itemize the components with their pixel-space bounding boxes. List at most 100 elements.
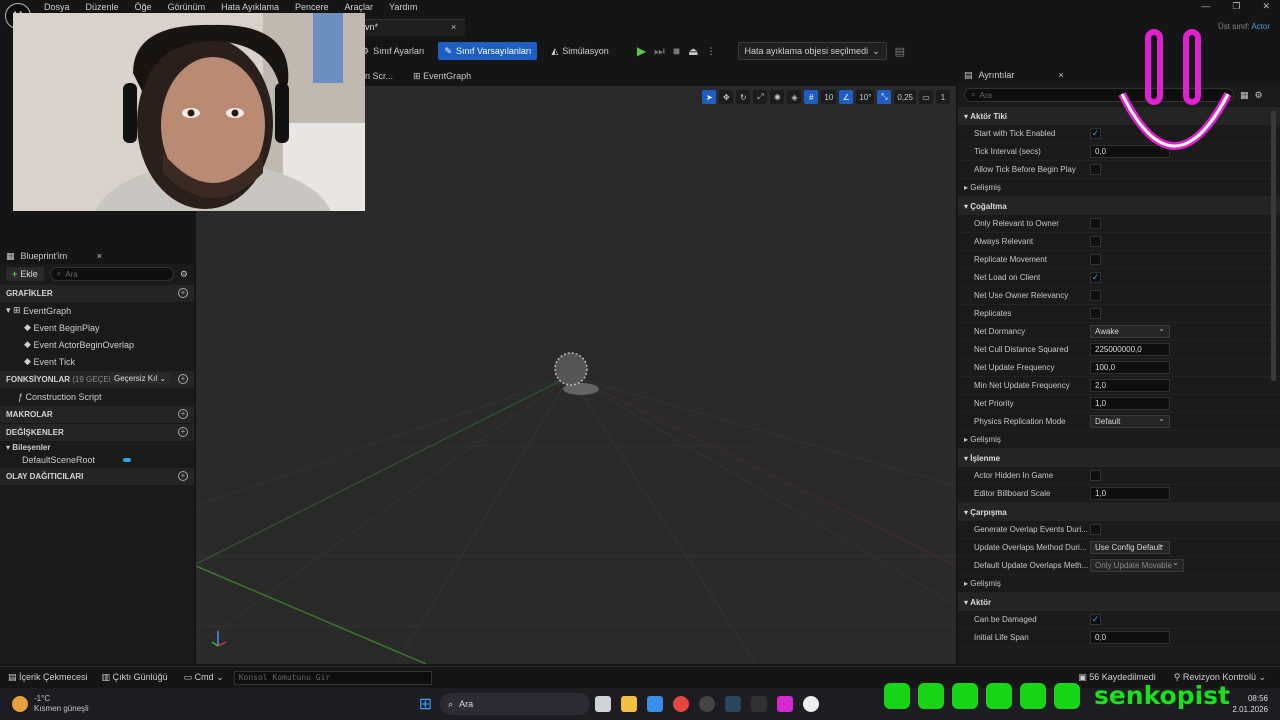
event-dispatchers-section[interactable]: OLAY DAĞITICILARI + xyxy=(0,468,194,485)
advanced-toggle[interactable]: ▸ Gelişmiş xyxy=(958,431,1280,449)
add-button[interactable]: + Ekle xyxy=(6,267,44,281)
settings-gear-icon[interactable]: ⚙ xyxy=(180,269,188,280)
step-icon[interactable]: ⏭ xyxy=(654,44,665,59)
menu-debug[interactable]: Hata Ayıklama xyxy=(213,2,287,12)
property-value-input[interactable]: 1,0 xyxy=(1090,487,1170,500)
menu-view[interactable]: Görünüm xyxy=(160,2,214,12)
more-options-icon[interactable]: ⋮ xyxy=(707,46,716,57)
scale-snap-value[interactable]: 0,25 xyxy=(894,90,916,104)
details-section-header[interactable]: ▾ Aktör xyxy=(958,593,1280,611)
menu-window[interactable]: Pencere xyxy=(287,2,337,12)
chrome-icon[interactable] xyxy=(673,696,690,712)
add-dispatcher-icon[interactable]: + xyxy=(178,471,188,481)
details-scrollbar[interactable] xyxy=(1271,111,1276,381)
add-graph-icon[interactable]: + xyxy=(178,288,188,298)
details-close-icon[interactable]: × xyxy=(1058,70,1063,80)
document-tab[interactable]: vn* × xyxy=(365,19,465,36)
event-tick-item[interactable]: ◆ Event Tick xyxy=(0,353,194,370)
property-checkbox[interactable] xyxy=(1090,524,1101,535)
angle-snap-icon[interactable]: ∠ xyxy=(839,90,854,104)
scale-tool-icon[interactable]: ⤢ xyxy=(753,90,768,104)
menu-file[interactable]: Dosya xyxy=(36,2,78,12)
blueprint-search-input[interactable]: ⌕ Ara xyxy=(49,267,174,281)
tab-close-icon[interactable]: × xyxy=(451,22,456,32)
property-value-input[interactable]: 225000000,0 xyxy=(1090,343,1170,356)
rotate-tool-icon[interactable]: ↻ xyxy=(736,90,751,104)
details-section-header[interactable]: ▾ Çoğaltma xyxy=(958,197,1280,215)
variables-section[interactable]: DEĞİŞKENLER + xyxy=(0,424,194,441)
panel-close-icon[interactable]: × xyxy=(97,251,102,261)
property-checkbox[interactable]: ✓ xyxy=(1090,614,1101,625)
camera-speed-value[interactable]: 1 xyxy=(936,90,950,104)
clock[interactable]: 08:56 2.01.2026 xyxy=(1232,693,1268,715)
steam-icon[interactable] xyxy=(725,696,742,712)
class-defaults-button[interactable]: ✎ Sınıf Varsayılanları xyxy=(438,42,538,60)
details-section-header[interactable]: ▾ Çarpışma xyxy=(958,503,1280,521)
menu-asset[interactable]: Öğe xyxy=(127,2,160,12)
move-tool-icon[interactable]: ✥ xyxy=(719,90,734,104)
property-value-input[interactable]: 100,0 xyxy=(1090,361,1170,374)
close-window-icon[interactable]: ✕ xyxy=(1262,1,1270,12)
file-explorer-icon[interactable] xyxy=(621,696,638,712)
tab-eventgraph[interactable]: ⊞ EventGraph xyxy=(413,71,471,82)
menu-help[interactable]: Yardım xyxy=(381,2,425,12)
class-settings-button[interactable]: ⚙ Sınıf Ayarları xyxy=(355,42,430,60)
store-icon[interactable] xyxy=(647,696,664,712)
world-local-icon[interactable]: ✺ xyxy=(770,90,785,104)
debug-object-select[interactable]: Hata ayıklama objesi seçilmedi ⌄ xyxy=(737,42,887,60)
add-variable-icon[interactable]: + xyxy=(178,427,188,437)
select-tool-icon[interactable]: ➤ xyxy=(702,90,717,104)
task-view-icon[interactable] xyxy=(595,696,612,712)
property-checkbox[interactable]: ✓ xyxy=(1090,128,1101,139)
app-icon[interactable] xyxy=(777,696,794,712)
event-beginplay-item[interactable]: ◆ Event BeginPlay xyxy=(0,319,194,336)
property-dropdown[interactable]: Use Config Default xyxy=(1090,539,1170,554)
components-category[interactable]: ▾ Bileşenler xyxy=(0,441,194,453)
graphs-section[interactable]: GRAFİKLER + xyxy=(0,285,194,302)
advanced-toggle[interactable]: ▸ Gelişmiş xyxy=(958,575,1280,593)
add-macro-icon[interactable]: + xyxy=(178,409,188,419)
grid-snap-icon[interactable]: # xyxy=(804,90,819,104)
default-scene-root-item[interactable]: DefaultSceneRoot xyxy=(0,453,194,467)
property-value-input[interactable]: 2,0 xyxy=(1090,379,1170,392)
windows-start-icon[interactable]: ⊞ xyxy=(419,694,432,714)
property-value-input[interactable]: 0,0 xyxy=(1090,631,1170,644)
property-matrix-icon[interactable]: ▦ xyxy=(1240,90,1249,101)
menu-tools[interactable]: Araçlar xyxy=(337,2,382,12)
property-checkbox[interactable] xyxy=(1090,236,1101,247)
epic-games-icon[interactable] xyxy=(751,696,768,712)
menu-edit[interactable]: Düzenle xyxy=(78,2,127,12)
functions-section[interactable]: FONKSİYONLAR (19 GEÇERSİ Geçersiz Kıl ⌄ + xyxy=(0,371,194,388)
weather-widget[interactable]: -1°C Kısmen güneşli xyxy=(12,694,89,714)
property-checkbox[interactable] xyxy=(1090,308,1101,319)
parent-class-link[interactable]: Actor xyxy=(1251,22,1270,31)
property-checkbox[interactable] xyxy=(1090,290,1101,301)
add-function-icon[interactable]: + xyxy=(178,374,188,384)
cmd-dropdown[interactable]: ▭ Cmd ⌄ xyxy=(184,672,224,683)
property-checkbox[interactable] xyxy=(1090,254,1101,265)
details-settings-icon[interactable]: ⚙ xyxy=(1255,90,1263,101)
details-section-header[interactable]: ▾ İşlenme xyxy=(958,449,1280,467)
property-value-input[interactable]: 1,0 xyxy=(1090,397,1170,410)
minimize-icon[interactable]: — xyxy=(1201,1,1210,12)
restore-icon[interactable]: ❐ xyxy=(1232,1,1240,12)
stop-icon[interactable]: ■ xyxy=(673,44,680,58)
scale-snap-icon[interactable]: ⤡ xyxy=(877,90,892,104)
property-dropdown[interactable]: Default xyxy=(1090,413,1170,428)
property-checkbox[interactable] xyxy=(1090,470,1101,481)
property-dropdown[interactable]: Awake xyxy=(1090,323,1170,338)
event-actorbeginoverlap-item[interactable]: ◆ Event ActorBeginOverlap xyxy=(0,336,194,353)
debug-filter-icon[interactable]: ▤ xyxy=(895,45,905,58)
advanced-toggle[interactable]: ▸ Gelişmiş xyxy=(958,179,1280,197)
content-drawer-button[interactable]: ▤ İçerik Çekmecesi xyxy=(8,672,88,683)
property-checkbox[interactable] xyxy=(1090,164,1101,175)
output-log-button[interactable]: ▥ Çıktı Günlüğü xyxy=(102,672,168,683)
construction-script-item[interactable]: ƒ Construction Script xyxy=(0,388,194,405)
angle-snap-value[interactable]: 10° xyxy=(856,90,875,104)
override-dropdown[interactable]: Geçersiz Kıl ⌄ xyxy=(110,373,171,384)
taskbar-search[interactable]: ⌕ Ara xyxy=(440,693,591,715)
obs-icon[interactable] xyxy=(699,696,716,712)
property-checkbox[interactable] xyxy=(1090,218,1101,229)
surface-snap-icon[interactable]: ◈ xyxy=(787,90,802,104)
unreal-engine-icon[interactable] xyxy=(803,696,820,712)
